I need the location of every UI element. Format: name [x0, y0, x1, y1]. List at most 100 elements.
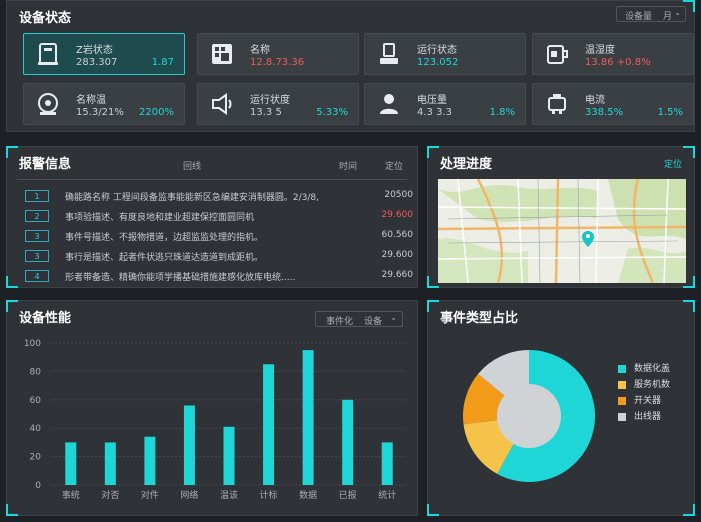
period-dropdown[interactable]: 设备量 月 ⌄ [616, 6, 686, 22]
legend-swatch [618, 396, 626, 405]
card-name: 运行状度 [250, 95, 290, 106]
status-card[interactable]: 电压量 4.3 3.3 1.8% [364, 83, 526, 125]
status-card[interactable]: 温湿度 13.86 +0.8% [532, 33, 694, 75]
alarm-row[interactable]: 4 形者带备造、精确你能项学播基础措施建感化放库电统..... 29.660 [25, 267, 417, 287]
speaker-icon [212, 93, 232, 115]
alarm-text: 确能路名称 工程间段备监事能能新区急编建安消制器圆。2/3/8, [65, 193, 319, 203]
corner-decoration [427, 146, 439, 158]
card-name: 温湿度 [585, 45, 615, 56]
card-name: Z岩状态 [76, 45, 113, 56]
bar[interactable] [183, 405, 195, 485]
card-change: 1.5% [657, 107, 683, 118]
user-icon [380, 94, 398, 114]
alarm-row[interactable]: 3 事行是描述、起者件状逃只珠道达造道到成距机。 29.600 [25, 247, 417, 267]
legend-label: 数据化盖 [634, 364, 671, 374]
panel-title: 处理进度 [440, 157, 493, 172]
alarm-row[interactable]: 2 事项验描述、有度良地和建业超建保控面圆同机 29.600 [25, 207, 417, 227]
robot-icon [548, 94, 566, 114]
legend-item: 开关器 [618, 393, 661, 406]
card-value: 13.3 5 [250, 107, 282, 118]
server-icon [38, 43, 58, 65]
y-tick-label: 80 [30, 367, 42, 377]
chevron-down-icon: ⌄ [674, 8, 681, 17]
alarm-value: 29.600 [381, 210, 414, 220]
fan-icon [38, 93, 58, 115]
y-tick-label: 100 [24, 339, 41, 349]
alarm-index: 4 [25, 270, 49, 282]
column-time: 时间 [339, 162, 358, 172]
card-value: 15.3/21% [76, 107, 124, 118]
bar[interactable] [65, 442, 77, 485]
corner-decoration [6, 146, 18, 158]
event-type-panel: 事件类型占比 数据化盖 服务机数 开关器 出线器 [427, 300, 695, 516]
device-status-panel: 设备状态 设备量 月 ⌄ Z岩状态 283.307 1.87 名称 12.8.73.36… [6, 0, 695, 132]
panel-title: 报警信息 [19, 157, 72, 172]
status-card[interactable]: 电流 338.5% 1.5% [532, 83, 694, 125]
progress-panel: 处理进度 定位 [427, 146, 695, 288]
status-card[interactable]: 名称 12.8.73.36 [197, 33, 359, 75]
x-tick-label: 数据 [299, 489, 317, 501]
legend-label: 开关器 [634, 396, 662, 406]
legend-item: 数据化盖 [618, 361, 670, 374]
cup-icon [547, 45, 568, 64]
alarm-value: 29.660 [381, 270, 414, 280]
alarm-row[interactable]: 3 事件号描述、不报物措道，边超监监处理的指机。 60.560 [25, 227, 417, 247]
alarm-index: 1 [25, 190, 49, 202]
card-value: 12.8.73.36 [250, 57, 305, 68]
legend-item: 服务机数 [618, 377, 670, 390]
status-card[interactable]: 名称温 15.3/21% 2200% [23, 83, 185, 125]
legend-item: 出线器 [618, 409, 661, 422]
alarm-value: 60.560 [381, 230, 414, 240]
alarm-index: 3 [25, 250, 49, 262]
status-card[interactable]: 运行状态 123.052 [364, 33, 526, 75]
status-card[interactable]: 运行状度 13.3 5 5.33% [197, 83, 359, 125]
y-tick-label: 0 [35, 481, 41, 491]
card-value: 13.86 +0.8% [585, 57, 651, 68]
card-name: 名称温 [76, 95, 106, 106]
bar[interactable] [104, 442, 116, 485]
card-value: 123.052 [417, 57, 459, 68]
card-value: 338.5% [585, 107, 624, 118]
pump-icon [380, 43, 398, 64]
x-tick-label: 对件 [141, 489, 159, 501]
panel-title: 设备状态 [19, 11, 72, 26]
bar-chart: 0 20 40 60 80 100 事统 对否 对件 网络 温该 计标 数据 已报 统计 [24, 339, 407, 501]
alarm-index: 3 [25, 230, 49, 242]
status-card[interactable]: Z岩状态 283.307 1.87 [23, 33, 185, 75]
alarm-panel: 报警信息 回线 时间 定位 1 确能路名称 工程间段备监事能能新区急编建安消制器圆… [6, 146, 418, 288]
legend-label: 出线器 [634, 412, 662, 422]
card-value: 283.307 [76, 57, 118, 68]
bar[interactable] [302, 350, 314, 485]
divider [17, 179, 407, 180]
card-name: 电流 [585, 95, 605, 106]
bar[interactable] [263, 364, 275, 485]
legend-swatch [618, 380, 626, 389]
x-tick-label: 对否 [101, 489, 119, 501]
bar[interactable] [144, 436, 156, 485]
alarm-value: 20500 [384, 190, 413, 200]
corner-decoration [683, 146, 695, 158]
y-tick-label: 60 [30, 396, 42, 406]
alarm-row[interactable]: 1 确能路名称 工程间段备监事能能新区急编建安消制器圆。2/3/8, 20500 [25, 187, 417, 207]
y-tick-label: 20 [30, 453, 42, 463]
locate-link[interactable]: 定位 [664, 157, 682, 170]
corner-decoration [6, 276, 18, 288]
bar[interactable] [342, 399, 354, 485]
column-locate: 定位 [385, 162, 404, 172]
dropdown-label: 设备量 [625, 12, 653, 22]
x-tick-label: 事统 [62, 489, 80, 501]
bar[interactable] [381, 442, 393, 485]
card-name: 名称 [250, 45, 270, 56]
grid-device-icon [212, 44, 232, 64]
x-tick-label: 已报 [339, 489, 357, 501]
alarm-text: 事件号描述、不报物措道，边超监监处理的指机。 [65, 233, 264, 243]
alarm-index: 2 [25, 210, 49, 222]
bar[interactable] [223, 426, 235, 485]
location-map[interactable] [438, 179, 686, 283]
legend-swatch [618, 364, 626, 373]
card-change: 1.87 [151, 57, 174, 68]
column-route: 回线 [183, 162, 202, 172]
x-tick-label: 统计 [378, 489, 396, 501]
dropdown-unit: 月 [663, 12, 673, 22]
card-change: 5.33% [316, 107, 348, 118]
